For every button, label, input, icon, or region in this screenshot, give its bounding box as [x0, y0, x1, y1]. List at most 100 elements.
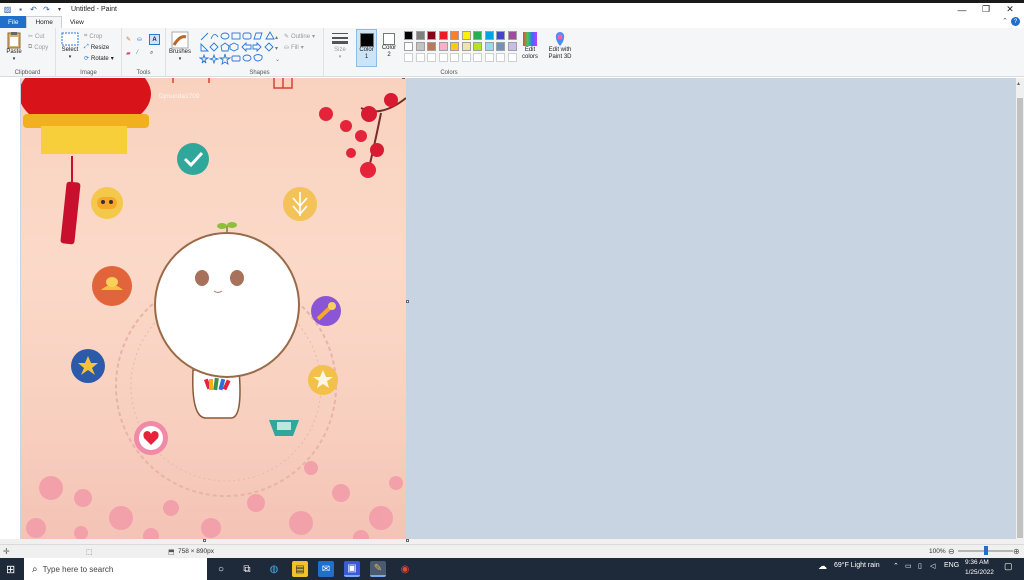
expand-gallery-icon[interactable]: ⌄	[275, 56, 280, 63]
mail-icon[interactable]: ✉	[318, 561, 334, 577]
custom-color-slot[interactable]	[415, 53, 425, 62]
color-picker-icon[interactable]: ⁄	[137, 50, 138, 56]
save-icon[interactable]: ▪	[15, 4, 26, 15]
color-swatch[interactable]	[427, 31, 436, 40]
custom-color-slot[interactable]	[427, 53, 436, 62]
color2-button[interactable]: Color 2	[379, 29, 399, 67]
ribbon-tabs: File Home View	[0, 16, 1024, 28]
zoom-slider-thumb[interactable]	[983, 546, 988, 555]
color-swatch[interactable]	[473, 42, 482, 51]
color-swatch[interactable]	[484, 31, 494, 40]
custom-color-slot[interactable]	[473, 53, 482, 62]
custom-color-slot[interactable]	[404, 53, 413, 62]
cut-button[interactable]: ✂ Cut	[28, 33, 44, 41]
color-swatch[interactable]	[427, 42, 436, 51]
custom-color-slot[interactable]	[507, 53, 517, 62]
scroll-down-icon[interactable]: ▾	[275, 45, 278, 52]
outline-button[interactable]: ✎ Outline ▾	[284, 33, 315, 41]
size-button[interactable]: Size ▾	[328, 31, 352, 61]
color-swatch[interactable]	[450, 42, 459, 51]
color-swatch[interactable]	[461, 31, 471, 40]
notifications-icon[interactable]: ▢	[1004, 561, 1013, 572]
tray-chevron-icon[interactable]: ⌃	[893, 562, 899, 570]
text-tool-icon[interactable]: A	[149, 34, 160, 45]
custom-color-slot[interactable]	[496, 53, 505, 62]
color-swatch[interactable]	[484, 42, 494, 51]
resize-handle-right[interactable]	[406, 300, 409, 303]
eraser-icon[interactable]: ▰	[126, 50, 131, 57]
resize-handle-bottom[interactable]	[203, 539, 206, 542]
color-swatch[interactable]	[496, 42, 505, 51]
edit-with-paint3d-button[interactable]: Edit with Paint 3D	[545, 31, 575, 61]
paste-button[interactable]: Paste ▾	[4, 31, 24, 63]
zoom-app-icon[interactable]: ▣	[344, 561, 360, 577]
color1-button[interactable]: Color 1	[356, 29, 377, 67]
help-icon[interactable]: ?	[1011, 17, 1020, 26]
color-swatch[interactable]	[450, 31, 459, 40]
color-swatch[interactable]	[404, 42, 413, 51]
custom-color-slot[interactable]	[484, 53, 494, 62]
taskbar-search-box[interactable]: ⌕ Type here to search	[24, 558, 207, 580]
tab-home[interactable]: Home	[26, 16, 62, 28]
brushes-button[interactable]: Brushes ▾	[168, 31, 192, 63]
fill-bucket-icon[interactable]: ⛀	[137, 36, 142, 43]
color-swatch[interactable]	[507, 31, 517, 40]
shapes-gallery[interactable]	[199, 31, 281, 67]
color-swatch[interactable]	[415, 31, 425, 40]
restore-icon[interactable]: ❐	[974, 3, 998, 16]
scroll-up-icon[interactable]: ▴	[1017, 80, 1020, 87]
color-swatch[interactable]	[404, 31, 413, 40]
tab-file[interactable]: File	[0, 16, 27, 28]
edge-icon[interactable]: ◍	[266, 561, 282, 577]
clock-time[interactable]: 9:36 AM	[965, 559, 989, 566]
zoom-out-icon[interactable]: ⊖	[948, 547, 955, 556]
color-swatch[interactable]	[496, 31, 505, 40]
close-icon[interactable]: ✕	[998, 3, 1022, 16]
store-icon[interactable]: ▤	[292, 561, 308, 577]
cortana-icon[interactable]: ○	[213, 561, 229, 577]
custom-color-slot[interactable]	[450, 53, 459, 62]
volume-icon[interactable]: ◁	[930, 562, 935, 570]
fill-button[interactable]: ⛀ Fill ▾	[284, 44, 304, 52]
color-swatch[interactable]	[415, 42, 425, 51]
windows-start-icon[interactable]: ⊞	[6, 563, 15, 576]
resize-handle[interactable]	[402, 78, 405, 79]
copy-button[interactable]: ⧉ Copy	[28, 44, 48, 51]
minimize-icon[interactable]: —	[950, 3, 974, 16]
paint-taskbar-icon[interactable]: ✎	[370, 561, 386, 577]
weather-text[interactable]: 69°F Light rain	[834, 562, 880, 569]
tab-view[interactable]: View	[62, 16, 92, 28]
customize-icon[interactable]: ▾	[54, 4, 65, 15]
brushes-group: Brushes ▾	[166, 28, 194, 77]
language-indicator[interactable]: ENG	[944, 562, 959, 569]
crop-button[interactable]: ⌗ Crop	[84, 33, 102, 40]
drawing-canvas[interactable]: Djmunda1709	[21, 78, 406, 539]
wheat-badge	[283, 187, 317, 221]
clock-date[interactable]: 1/25/2022	[965, 569, 994, 576]
color-swatch[interactable]	[507, 42, 517, 51]
resize-button[interactable]: ⤢ Resize	[84, 44, 109, 51]
undo-icon[interactable]: ↶	[28, 4, 39, 15]
custom-color-slot[interactable]	[461, 53, 471, 62]
battery-icon[interactable]: ▯	[918, 562, 922, 570]
rotate-button[interactable]: ⟳ Rotate ▾	[84, 55, 114, 63]
magnifier-icon[interactable]: ⌕	[150, 50, 153, 57]
task-view-icon[interactable]: ⧉	[239, 561, 255, 577]
color-swatch[interactable]	[438, 31, 448, 40]
scroll-up-icon[interactable]: ▴	[275, 34, 278, 41]
edit-colors-button[interactable]: Edit colors	[519, 31, 541, 61]
color-swatch[interactable]	[461, 42, 471, 51]
custom-color-slot[interactable]	[438, 53, 448, 62]
color-swatch[interactable]	[438, 42, 448, 51]
collapse-ribbon-icon[interactable]: ⌃	[1002, 17, 1008, 25]
weather-icon[interactable]: ☁	[818, 561, 827, 572]
chrome-icon[interactable]: ◉	[397, 561, 413, 577]
redo-icon[interactable]: ↷	[41, 4, 52, 15]
resize-handle-corner[interactable]	[406, 539, 409, 542]
vertical-scroll-thumb[interactable]	[1017, 98, 1023, 538]
zoom-in-icon[interactable]: ⊕	[1013, 547, 1020, 556]
pencil-icon[interactable]: ✎	[126, 36, 131, 43]
network-icon[interactable]: ▭	[905, 562, 912, 570]
select-button[interactable]: Select ▾	[60, 31, 80, 61]
color-swatch[interactable]	[473, 31, 482, 40]
